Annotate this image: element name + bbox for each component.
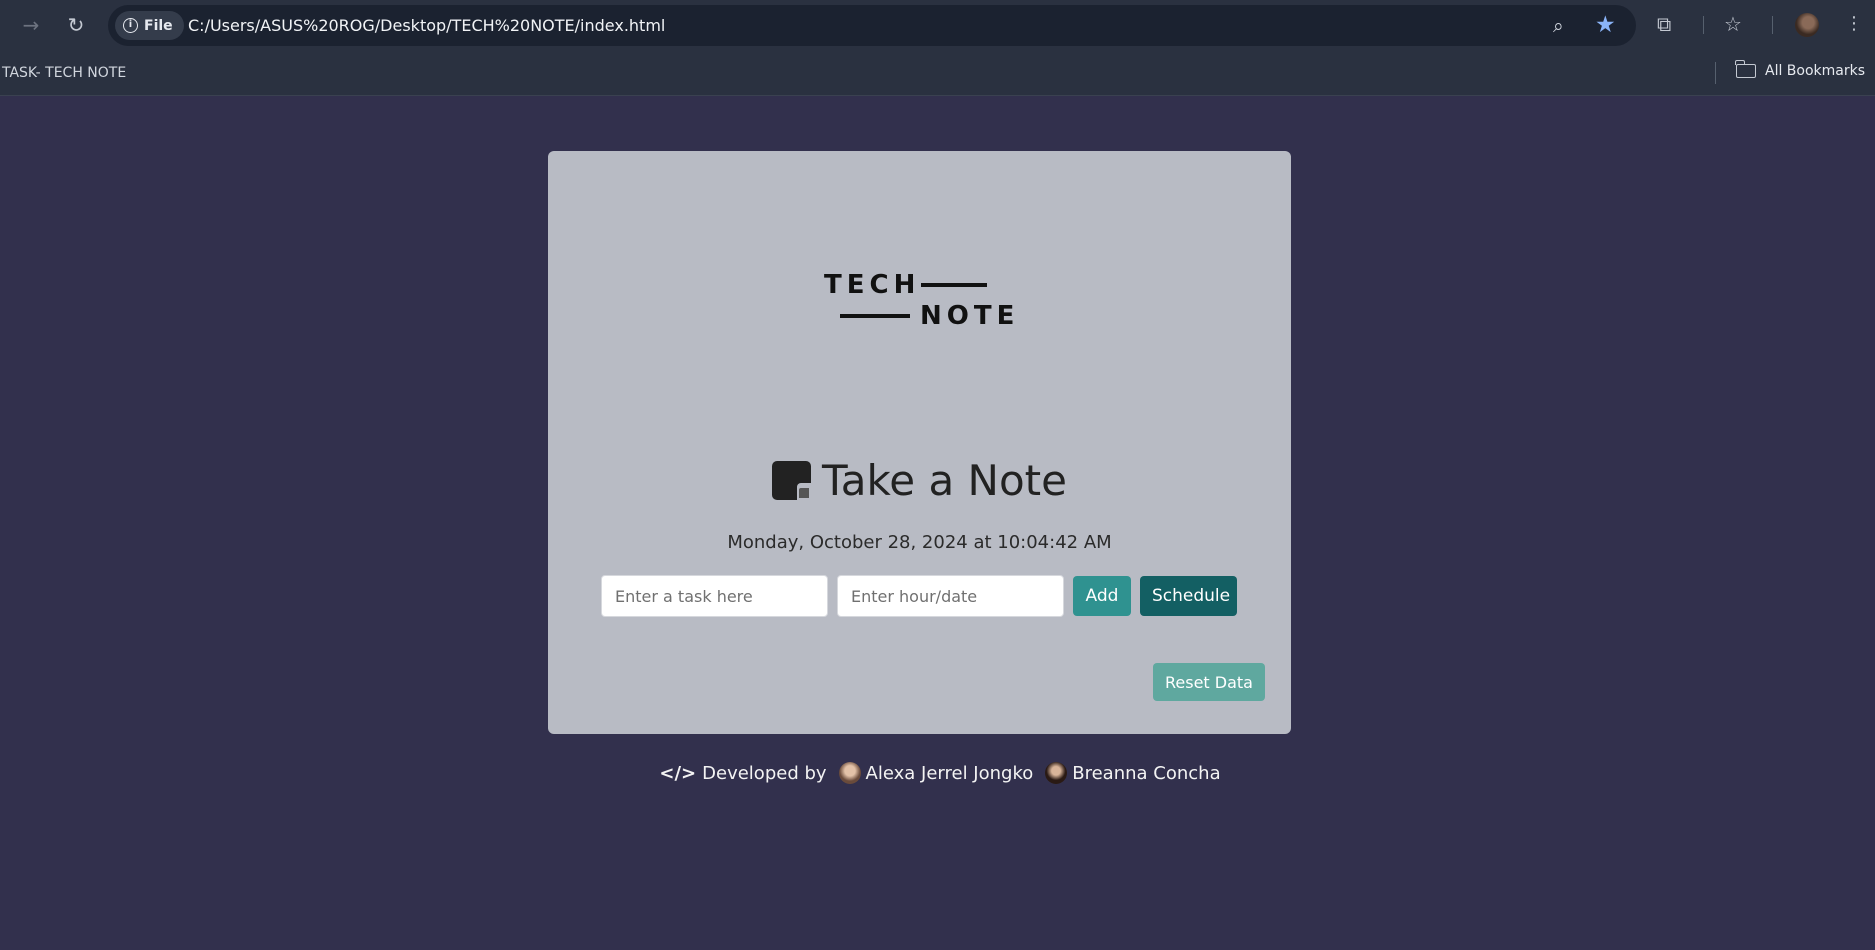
schedule-button[interactable]: Schedule (1140, 576, 1237, 616)
site-chip-label: File (144, 17, 173, 34)
bookmark-star-icon[interactable]: ★ (1595, 12, 1616, 38)
task-input[interactable] (601, 575, 828, 617)
info-icon: i (123, 18, 138, 33)
toolbar-divider (1772, 16, 1773, 34)
profile-avatar[interactable] (1795, 13, 1819, 37)
date-input[interactable] (837, 575, 1064, 617)
developer-avatar (1045, 762, 1068, 784)
logo-word-bottom: NOTE (920, 301, 1020, 331)
more-menu-icon[interactable]: ⋮ (1845, 13, 1863, 34)
reload-icon[interactable]: ↻ (63, 12, 89, 38)
developer-name: Alexa Jerrel Jongko (865, 762, 1034, 784)
logo-line-bottom (840, 314, 910, 318)
logo-word-top: TECH (824, 270, 921, 300)
site-info-chip[interactable]: i File (115, 11, 184, 40)
all-bookmarks-button[interactable]: All Bookmarks (1735, 60, 1866, 79)
address-bar[interactable]: i File C:/Users/ASUS%20ROG/Desktop/TECH%… (108, 5, 1636, 46)
bookmarks-star-icon[interactable]: ☆ (1724, 12, 1742, 36)
bookmarks-divider (1715, 62, 1716, 84)
developer-avatar (838, 762, 861, 784)
url-text[interactable]: C:/Users/ASUS%20ROG/Desktop/TECH%20NOTE/… (188, 16, 665, 35)
bookmarks-bar: TASK- TECH NOTE All Bookmarks (0, 50, 1875, 96)
page-heading: Take a Note (548, 456, 1291, 505)
zoom-icon[interactable]: ⌕ (1553, 15, 1564, 37)
task-form: Add Schedule (601, 575, 1237, 617)
folder-icon (1735, 60, 1756, 78)
developed-by-label: Developed by (702, 762, 827, 784)
heading-text: Take a Note (822, 456, 1067, 505)
forward-arrow-icon[interactable]: → (18, 12, 44, 38)
all-bookmarks-label: All Bookmarks (1765, 63, 1866, 79)
bookmark-tab-title[interactable]: TASK- TECH NOTE (2, 65, 126, 81)
browser-toolbar: → ↻ i File C:/Users/ASUS%20ROG/Desktop/T… (0, 0, 1875, 50)
developer-name: Breanna Concha (1072, 762, 1221, 784)
tech-note-logo: TECH NOTE (824, 270, 1014, 331)
extensions-icon[interactable]: ⧉ (1657, 12, 1671, 36)
toolbar-divider (1703, 16, 1704, 34)
current-datetime: Monday, October 28, 2024 at 10:04:42 AM (727, 532, 1112, 553)
logo-line-top (921, 283, 987, 287)
code-icon: </> (659, 762, 697, 784)
note-card: TECH NOTE Take a Note Monday, October 28… (548, 151, 1291, 734)
footer-credits: </> Developed by Alexa Jerrel Jongko Bre… (0, 762, 1875, 784)
reset-data-button[interactable]: Reset Data (1153, 663, 1265, 701)
add-button[interactable]: Add (1073, 576, 1131, 616)
sticky-note-icon (772, 461, 812, 500)
